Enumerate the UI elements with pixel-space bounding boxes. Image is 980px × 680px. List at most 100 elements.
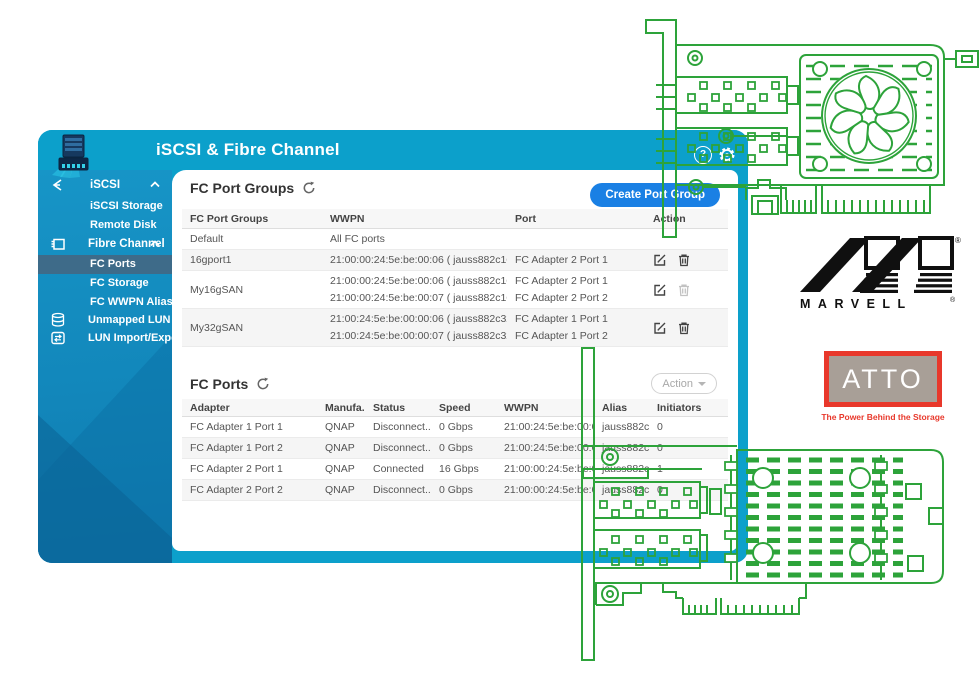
- sidebar-item-label: Remote Disk: [90, 216, 157, 235]
- cell-name: My32gSAN: [182, 322, 322, 334]
- sidebar-item-unmapped-lun[interactable]: Unmapped LUN: [38, 311, 172, 330]
- app-icon: [48, 131, 96, 179]
- sidebar-item-iscsi-storage[interactable]: iSCSI Storage: [38, 197, 172, 216]
- cell-adapter: FC Adapter 1 Port 2: [182, 442, 317, 454]
- cell-initiators: 0: [649, 442, 728, 454]
- cell-alias: jauss882c...: [594, 442, 649, 454]
- svg-text:®: ®: [955, 236, 961, 245]
- cell-wwpn: 21:00:24:5e:be:00:00:06 ( jauss882c32p1 …: [322, 311, 507, 345]
- cell-wwpn: 21:00:00:24:5e:be:00...: [496, 484, 594, 496]
- section-title-text: FC Ports: [190, 376, 248, 392]
- sidebar-item-label: Unmapped LUN: [88, 311, 171, 330]
- col-alias: Alias: [594, 402, 649, 414]
- cell-manufacturer: QNAP: [317, 442, 365, 454]
- fan-icon: [828, 76, 910, 156]
- sidebar-item-iscsi[interactable]: iSCSI: [38, 176, 172, 196]
- sidebar-item-label: FC WWPN Aliases: [90, 293, 185, 312]
- delete-icon-disabled: [677, 283, 691, 297]
- cell-manufacturer: QNAP: [317, 484, 365, 496]
- sidebar-item-lun-import-export[interactable]: LUN Import/Export: [38, 329, 172, 348]
- table-row[interactable]: Default All FC ports: [182, 229, 728, 250]
- action-dropdown-button[interactable]: Action: [651, 373, 717, 394]
- titlebar: iSCSI & Fibre Channel ?: [38, 130, 748, 170]
- page-title: iSCSI & Fibre Channel: [156, 130, 340, 170]
- fc-ports-table: Adapter Manufa... Status Speed WWPN Alia…: [182, 399, 728, 501]
- table-row[interactable]: FC Adapter 2 Port 1 QNAP Connected 16 Gb…: [182, 459, 728, 480]
- create-port-group-button[interactable]: Create Port Group: [590, 183, 720, 207]
- chevron-up-icon: [150, 181, 160, 188]
- cell-manufacturer: QNAP: [317, 421, 365, 433]
- atto-logo: ATTO: [824, 351, 942, 407]
- cell-adapter: FC Adapter 2 Port 2: [182, 484, 317, 496]
- atto-logo-text: ATTO: [842, 364, 924, 395]
- col-initiators: Initiators: [649, 402, 728, 414]
- cell-name: My16gSAN: [182, 284, 322, 296]
- edit-icon[interactable]: [653, 321, 667, 335]
- table-row[interactable]: My32gSAN 21:00:24:5e:be:00:00:06 ( jauss…: [182, 309, 728, 347]
- caret-down-icon: [698, 382, 706, 386]
- help-icon[interactable]: ?: [694, 146, 712, 164]
- col-wwpn: WWPN: [322, 213, 507, 225]
- cell-name: Default: [182, 233, 322, 245]
- fibre-channel-icon: [50, 236, 66, 252]
- cell-wwpn: 21:00:24:5e:be:00:00...: [496, 421, 594, 433]
- cell-action: [645, 283, 728, 297]
- cell-action: [645, 253, 728, 267]
- refresh-icon[interactable]: [302, 181, 316, 195]
- cell-speed: 0 Gbps: [431, 484, 496, 496]
- content-panel: FC Port Groups Create Port Group FC Port…: [172, 170, 738, 551]
- cell-port: FC Adapter 2 Port 1: [507, 254, 645, 266]
- sidebar-item-fc-ports[interactable]: FC Ports: [38, 255, 172, 274]
- col-speed: Speed: [431, 402, 496, 414]
- port-groups-table: FC Port Groups WWPN Port Action Default …: [182, 209, 728, 347]
- table-row[interactable]: FC Adapter 1 Port 1 QNAP Disconnect... 0…: [182, 417, 728, 438]
- cell-action: [645, 321, 728, 335]
- database-icon: [50, 312, 66, 328]
- sidebar-item-fc-storage[interactable]: FC Storage: [38, 274, 172, 293]
- cell-alias: jauss882c...: [594, 484, 649, 496]
- cell-adapter: FC Adapter 2 Port 1: [182, 463, 317, 475]
- cell-alias: jauss882c...: [594, 463, 649, 475]
- cell-status: Disconnect...: [365, 484, 431, 496]
- edit-icon[interactable]: [653, 253, 667, 267]
- col-status: Status: [365, 402, 431, 414]
- table-header: Adapter Manufa... Status Speed WWPN Alia…: [182, 399, 728, 417]
- fc-ports-section-title: FC Ports: [190, 376, 270, 392]
- col-action: Action: [645, 213, 728, 225]
- cell-initiators: 0: [649, 484, 728, 496]
- app-window: iSCSI & Fibre Channel ?: [38, 130, 748, 563]
- gear-icon[interactable]: [718, 146, 736, 164]
- table-row[interactable]: My16gSAN 21:00:00:24:5e:be:00:06 ( jauss…: [182, 271, 728, 309]
- col-adapter: Adapter: [182, 402, 317, 414]
- cell-wwpn: 21:00:00:24:5e:be:00...: [496, 463, 594, 475]
- sidebar: iSCSI iSCSI Storage Remote Disk Fibre Ch…: [38, 170, 172, 563]
- delete-icon[interactable]: [677, 321, 691, 335]
- stage: iSCSI & Fibre Channel ?: [0, 0, 980, 680]
- cell-initiators: 1: [649, 463, 728, 475]
- col-manufacturer: Manufa...: [317, 402, 365, 414]
- cell-port: FC Adapter 1 Port 1 FC Adapter 1 Port 2: [507, 311, 645, 345]
- iscsi-icon: [50, 177, 66, 193]
- cell-name: 16gport1: [182, 254, 322, 266]
- cell-speed: 0 Gbps: [431, 421, 496, 433]
- table-row[interactable]: FC Adapter 2 Port 2 QNAP Disconnect... 0…: [182, 480, 728, 501]
- svg-text:MARVELL: MARVELL: [800, 297, 913, 311]
- cell-alias: jauss882c...: [594, 421, 649, 433]
- cell-status: Disconnect...: [365, 442, 431, 454]
- sidebar-item-fc-wwpn-aliases[interactable]: FC WWPN Aliases: [38, 293, 172, 312]
- section-title-text: FC Port Groups: [190, 180, 294, 196]
- table-row[interactable]: FC Adapter 1 Port 2 QNAP Disconnect... 0…: [182, 438, 728, 459]
- delete-icon[interactable]: [677, 253, 691, 267]
- refresh-icon[interactable]: [256, 377, 270, 391]
- cell-manufacturer: QNAP: [317, 463, 365, 475]
- edit-icon[interactable]: [653, 283, 667, 297]
- cell-wwpn: 21:00:24:5e:be:00:00...: [496, 442, 594, 454]
- sidebar-item-remote-disk[interactable]: Remote Disk: [38, 216, 172, 235]
- table-row[interactable]: 16gport1 21:00:00:24:5e:be:00:06 ( jauss…: [182, 250, 728, 271]
- col-port: Port: [507, 213, 645, 225]
- cell-wwpn: 21:00:00:24:5e:be:00:06 ( jauss882c16p1 …: [322, 273, 507, 307]
- sidebar-item-label: FC Ports: [90, 255, 136, 274]
- sidebar-item-fibre-channel[interactable]: Fibre Channel: [38, 235, 172, 255]
- cell-speed: 16 Gbps: [431, 463, 496, 475]
- import-export-icon: [50, 330, 66, 346]
